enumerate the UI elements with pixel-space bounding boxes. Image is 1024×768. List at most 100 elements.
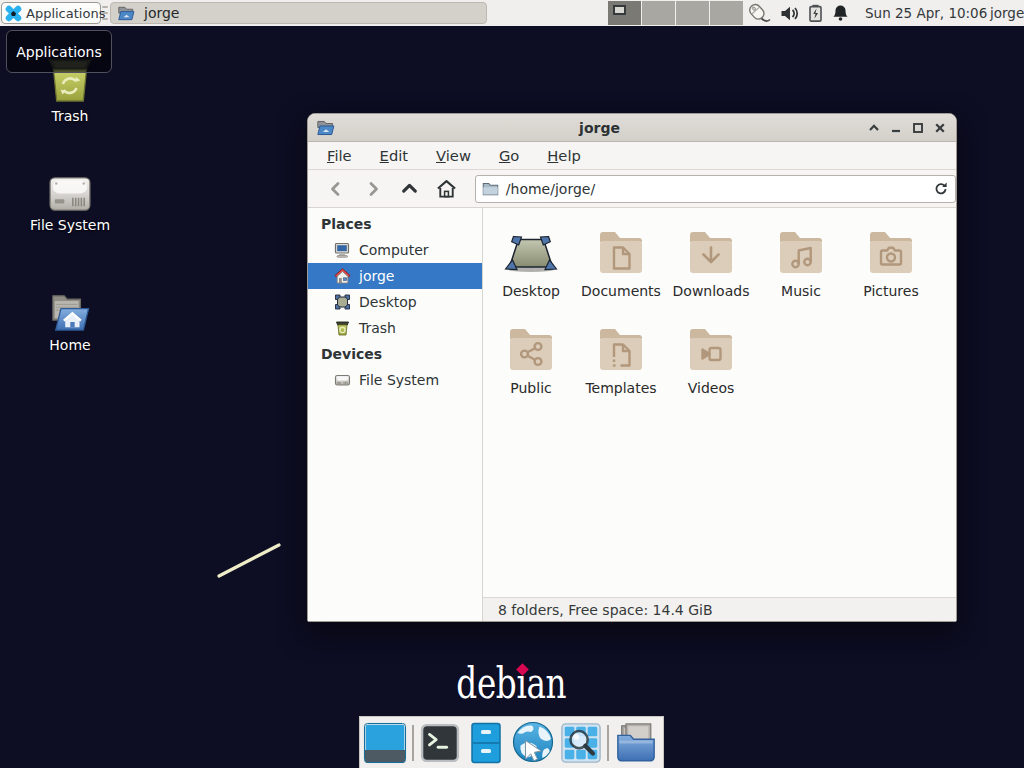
hard-drive-icon [47,176,93,212]
file-public-label: Public [510,380,551,396]
file-downloads[interactable]: Downloads [668,226,754,323]
notifications-icon[interactable] [832,4,849,22]
videos-folder-icon [683,323,739,375]
workspace-4[interactable] [710,1,743,25]
public-folder-icon [503,323,559,375]
workspace-window-outline [613,5,626,15]
sidebar-header-places: Places [308,211,482,237]
panel-username[interactable]: jorge [990,0,1024,26]
documents-folder-icon [593,226,649,278]
menu-help[interactable]: Help [533,144,595,167]
dock-show-desktop-button[interactable] [363,721,407,765]
toolbar: /home/jorge/ [308,169,956,208]
statusbar: 8 folders, Free space: 14.4 GiB [483,597,956,621]
home-button[interactable] [432,174,462,204]
minimize-button[interactable] [885,117,907,139]
menu-edit[interactable]: Edit [366,144,422,167]
debian-logo-text: debian [456,658,566,708]
show-desktop-icon [363,722,407,764]
sidebar-header-devices: Devices [308,341,482,367]
panel-handle[interactable] [101,6,109,20]
sidebar-item-trash[interactable]: Trash [308,315,482,341]
clock-text: Sun 25 Apr, 10:06 [865,5,987,21]
desktop-pad-icon [503,226,559,278]
dock-terminal-button[interactable] [419,721,461,765]
desktop-icon-file-system-label: File System [30,217,110,233]
statusbar-text: 8 folders, Free space: 14.4 GiB [498,602,713,618]
computer-icon [334,242,351,258]
window-titlebar[interactable]: jorge [308,114,956,142]
open-folder-icon [117,5,136,22]
file-desktop-label: Desktop [502,283,560,299]
window-title: jorge [336,120,863,136]
dock-separator-2 [607,725,609,761]
file-music-label: Music [781,283,821,299]
sidebar-item-computer-label: Computer [359,242,429,258]
sidebar: Places Computer jorge [308,208,483,621]
pictures-folder-icon [863,226,919,278]
web-browser-icon [511,721,555,765]
file-downloads-label: Downloads [673,283,750,299]
music-folder-icon [773,226,829,278]
dock-folder-icon [614,722,658,764]
file-documents[interactable]: Documents [578,226,664,323]
sidebar-item-desktop[interactable]: Desktop [308,289,482,315]
panel-clock[interactable]: Sun 25 Apr, 10:06 [865,0,987,26]
bottom-dock [359,716,664,768]
path-text: /home/jorge/ [506,181,933,197]
sidebar-item-desktop-label: Desktop [359,294,417,310]
window-body: Places Computer jorge [308,208,956,621]
reload-icon[interactable] [933,181,949,197]
file-videos[interactable]: Videos [668,323,754,420]
forward-button[interactable] [358,174,388,204]
main-pane: Desktop Documents [483,208,956,621]
file-music[interactable]: Music [758,226,844,323]
sidebar-item-jorge-label: jorge [359,268,394,284]
workspace-2[interactable] [642,1,675,25]
maximize-button[interactable] [907,117,929,139]
applications-menu-button[interactable]: Applications [1,2,101,24]
volume-icon[interactable] [780,5,799,22]
sidebar-item-file-system[interactable]: File System [308,367,482,393]
file-templates[interactable]: Templates [578,323,664,420]
path-bar[interactable]: /home/jorge/ [475,175,956,203]
file-templates-label: Templates [585,380,656,396]
battery-icon[interactable] [808,4,823,22]
debian-logo: debian [407,658,615,708]
workspace-switcher[interactable] [608,1,743,25]
sidebar-item-computer[interactable]: Computer [308,237,482,263]
file-desktop[interactable]: Desktop [488,226,574,323]
workspace-3[interactable] [676,1,709,25]
file-grid: Desktop Documents [483,208,956,597]
file-manager-window: jorge File Edit View Go Help [307,113,957,622]
shade-button[interactable] [863,117,885,139]
menu-view[interactable]: View [422,144,485,167]
back-button[interactable] [321,174,351,204]
sidebar-item-jorge[interactable]: jorge [308,263,482,289]
up-button[interactable] [395,174,425,204]
workspace-1[interactable] [608,1,641,25]
file-pictures-label: Pictures [863,283,918,299]
menu-go[interactable]: Go [485,144,533,167]
username-text: jorge [990,5,1024,21]
trash-small-icon [334,320,351,336]
dock-file-folder-button[interactable] [614,721,658,765]
sidebar-item-file-system-label: File System [359,372,439,388]
taskbar-window-label: jorge [144,5,179,21]
desktop-icon-home[interactable]: Home [22,292,118,353]
close-button[interactable] [929,117,951,139]
desktop-icon-trash-label: Trash [52,108,89,124]
file-cabinet-icon [468,722,504,764]
file-public[interactable]: Public [488,323,574,420]
file-pictures[interactable]: Pictures [848,226,934,323]
applications-tooltip-text: Applications [16,44,102,60]
taskbar-window-button[interactable]: jorge [110,2,487,24]
dock-app-finder-button[interactable] [560,721,602,765]
dock-web-browser-button[interactable] [511,721,555,765]
mouse-icon[interactable] [748,3,771,24]
dock-file-manager-button[interactable] [466,721,506,765]
menu-file[interactable]: File [313,144,366,167]
desktop-icon-file-system[interactable]: File System [22,176,118,233]
applications-menu-label: Applications [26,6,105,21]
top-panel: Applications jorge [0,0,1024,26]
